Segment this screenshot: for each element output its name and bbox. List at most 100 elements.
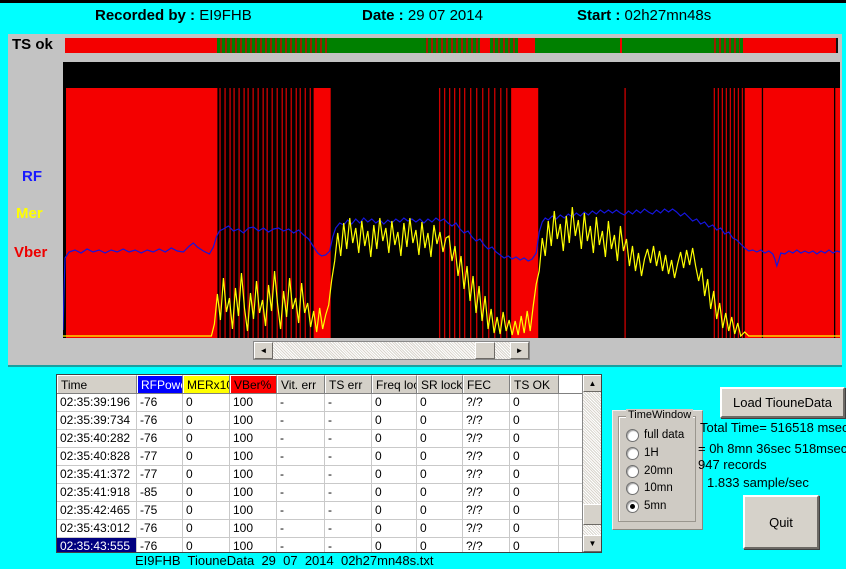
table-cell: 0 [183, 394, 230, 411]
table-row[interactable]: 02:35:40:282-760100--00?/?0 [57, 430, 601, 448]
scroll-down-icon: ▼ [589, 539, 597, 548]
radio-circle-icon [626, 465, 639, 478]
load-tiounedata-button[interactable]: Load TiouneData [720, 387, 845, 418]
table-cell: 0 [372, 466, 417, 483]
table-row[interactable]: 02:35:39:734-760100--00?/?0 [57, 412, 601, 430]
app-window: Recorded by : EI9FHB Date : 29 07 2014 S… [0, 0, 846, 569]
radio-10mn[interactable]: 10mn [626, 481, 673, 495]
radio-circle-icon [626, 500, 639, 513]
radio-circle-icon [626, 447, 639, 460]
table-cell: - [277, 484, 325, 501]
date-value: 29 07 2014 [408, 7, 483, 24]
scroll-right-button[interactable]: ► [510, 342, 529, 359]
column-header-merx10[interactable]: MERx10 [183, 375, 230, 393]
h-scroll-thumb[interactable] [475, 342, 495, 359]
scroll-up-icon: ▲ [589, 379, 597, 388]
recorded-by-label: Recorded by : [95, 7, 195, 24]
column-header-sr-lock[interactable]: SR lock [417, 375, 463, 393]
recorded-by-value: EI9FHB [199, 7, 252, 24]
table-cell: - [277, 394, 325, 411]
total-time-text: Total Time= 516518 msec [700, 420, 846, 435]
signal-chart [63, 62, 840, 338]
table-cell: 0 [417, 484, 463, 501]
quit-button[interactable]: Quit [743, 495, 819, 549]
start-value: 02h27mn48s [625, 7, 712, 24]
vber-spike [439, 88, 440, 338]
table-cell: 02:35:39:734 [57, 412, 137, 429]
table-cell: - [325, 448, 372, 465]
table-cell: 0 [372, 484, 417, 501]
table-cell: 100 [230, 538, 277, 553]
table-row[interactable]: 02:35:42:465-750100--00?/?0 [57, 502, 601, 520]
table-row[interactable]: 02:35:41:918-850100--00?/?0 [57, 484, 601, 502]
table-cell: 100 [230, 466, 277, 483]
table-cell: 100 [230, 430, 277, 447]
table-cell: - [277, 412, 325, 429]
table-cell: 100 [230, 412, 277, 429]
column-header-rfpower[interactable]: RFPower [137, 375, 183, 393]
date: Date : 29 07 2014 [362, 7, 483, 24]
vber-legend-label: Vber [14, 244, 47, 261]
table-cell: 0 [372, 430, 417, 447]
table-cell: 0 [372, 394, 417, 411]
table-cell: 100 [230, 448, 277, 465]
vber-spike [464, 88, 465, 338]
radio-1H[interactable]: 1H [626, 446, 659, 460]
table-cell: 100 [230, 502, 277, 519]
table-row[interactable]: 02:35:40:828-770100--00?/?0 [57, 448, 601, 466]
column-header-ts-err[interactable]: TS err [325, 375, 372, 393]
start-label: Start : [577, 7, 620, 24]
table-cell: 02:35:42:465 [57, 502, 137, 519]
column-header-freq-lock[interactable]: Freq lock [372, 375, 417, 393]
table-cell: 100 [230, 394, 277, 411]
vber-spike [494, 88, 495, 338]
grid-scroll-down-button[interactable]: ▼ [583, 535, 602, 552]
column-header-fec[interactable]: FEC [463, 375, 510, 393]
grid-vertical-scrollbar[interactable]: ▲ ▼ [582, 375, 601, 552]
grid-scroll-thumb[interactable] [583, 504, 602, 525]
radio-label: 10mn [644, 482, 673, 494]
vber-spike [722, 88, 723, 338]
column-header-vber-[interactable]: VBer% [230, 375, 277, 393]
black-spike [834, 88, 835, 338]
table-cell: 02:35:43:555 [57, 538, 137, 553]
vber-spike [459, 88, 460, 338]
table-cell: - [277, 430, 325, 447]
table-row[interactable]: 02:35:39:196-760100--00?/?0 [57, 394, 601, 412]
table-row[interactable]: 02:35:43:012-760100--00?/?0 [57, 520, 601, 538]
ts-strip-segment-mix [423, 38, 480, 53]
table-cell: -75 [137, 502, 183, 519]
column-header-vit-err[interactable]: Vit. err [277, 375, 325, 393]
vber-spike [482, 88, 483, 338]
table-row[interactable]: 02:35:43:555-760100--00?/?0 [57, 538, 601, 553]
scroll-left-button[interactable]: ◄ [254, 342, 273, 359]
table-cell: - [277, 466, 325, 483]
ts-ok-label: TS ok [12, 36, 53, 53]
vber-spike [738, 88, 739, 338]
table-cell: 0 [183, 484, 230, 501]
table-cell: -76 [137, 394, 183, 411]
table-cell: 0 [417, 394, 463, 411]
quit-button-label: Quit [769, 515, 793, 530]
black-spike [762, 88, 763, 338]
table-cell: 0 [183, 502, 230, 519]
records-text: 947 records [698, 457, 767, 472]
sample-rate-text: 1.833 sample/sec [707, 475, 809, 490]
grid-scroll-up-button[interactable]: ▲ [583, 375, 602, 392]
radio-circle-icon [626, 429, 639, 442]
ts-fail-region [66, 88, 217, 338]
vber-spike [718, 88, 719, 338]
column-header-time[interactable]: Time [57, 375, 137, 393]
chart-horizontal-scrollbar[interactable]: ◄ ► [253, 341, 530, 360]
vber-spike [500, 88, 501, 338]
table-cell: 02:35:41:372 [57, 466, 137, 483]
table-cell: - [325, 466, 372, 483]
radio-full-data[interactable]: full data [626, 428, 684, 442]
column-header-ts-ok[interactable]: TS OK [510, 375, 559, 393]
table-cell: 02:35:40:828 [57, 448, 137, 465]
radio-20mn[interactable]: 20mn [626, 464, 673, 478]
table-row[interactable]: 02:35:41:372-770100--00?/?0 [57, 466, 601, 484]
table-cell: 0 [372, 448, 417, 465]
table-cell: 0 [510, 484, 559, 501]
radio-5mn[interactable]: 5mn [626, 499, 666, 513]
